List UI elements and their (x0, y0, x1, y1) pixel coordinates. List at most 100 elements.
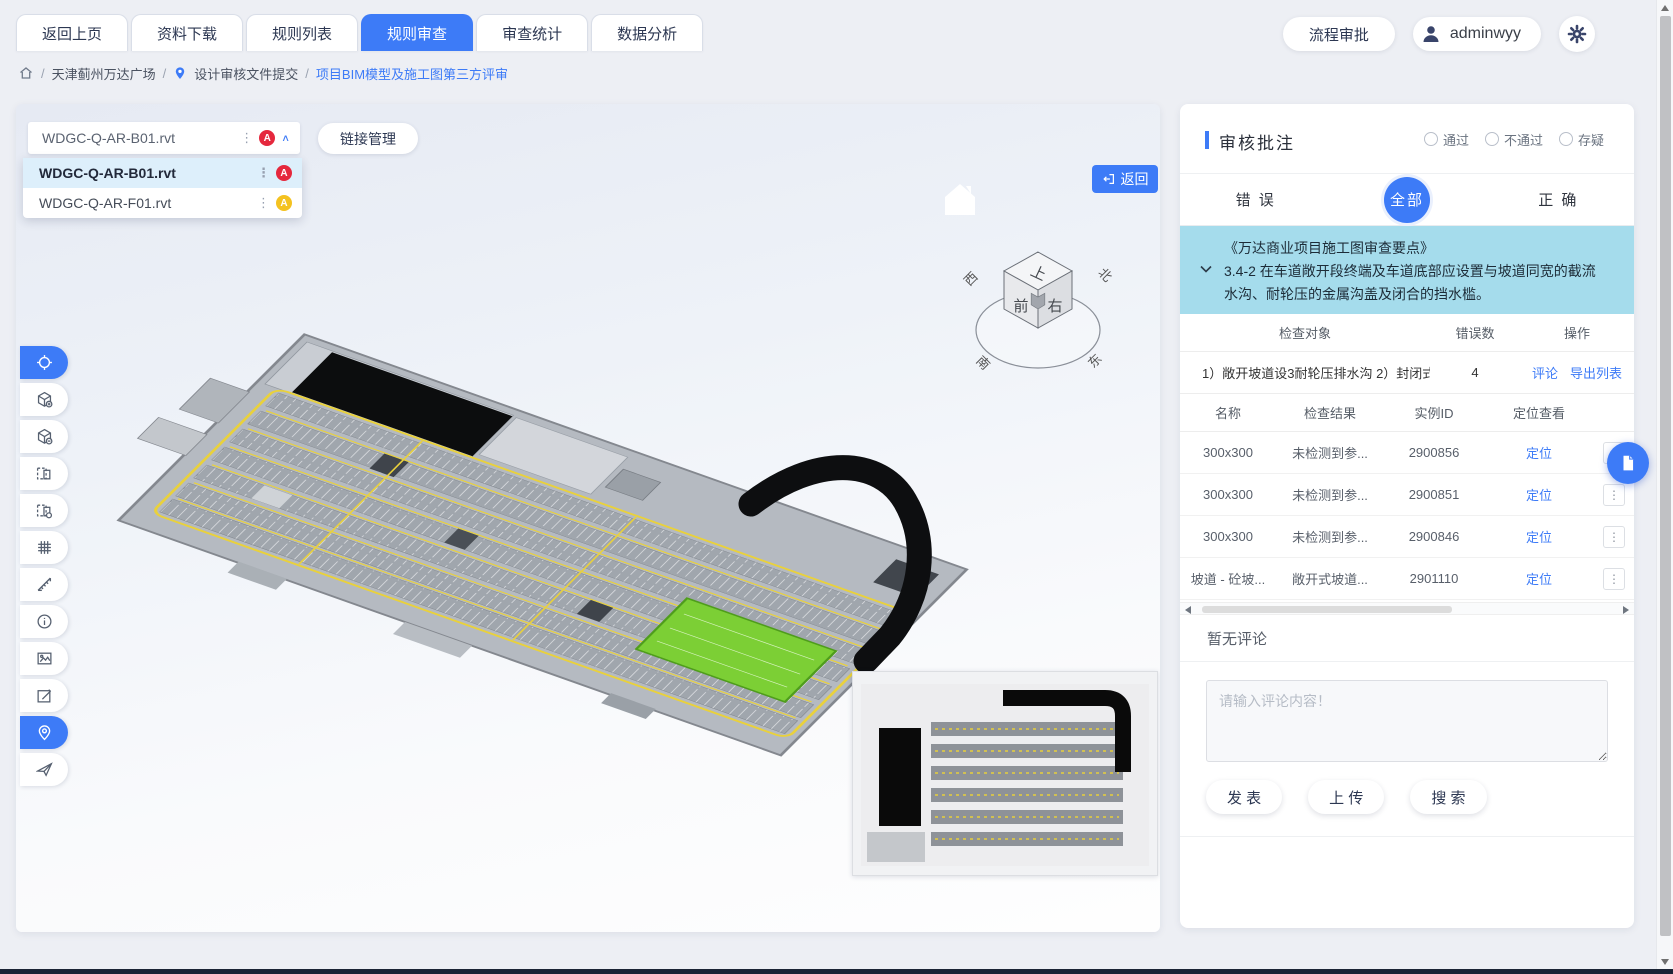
scroll-right-arrow-icon[interactable] (1623, 606, 1629, 614)
file-kebab-icon[interactable]: ⋮ (257, 165, 270, 181)
grid-icon (36, 539, 53, 556)
radio-doubt-label: 存疑 (1578, 130, 1604, 149)
locate-link[interactable]: 定位 (1526, 530, 1552, 545)
locate-link[interactable]: 定位 (1526, 488, 1552, 503)
file-badge-red: A (276, 165, 292, 181)
snapshot-button[interactable] (20, 642, 68, 675)
row-more-button[interactable]: ⋮ (1603, 526, 1625, 548)
settings-button[interactable] (1559, 16, 1595, 52)
section-plane-button[interactable] (20, 494, 68, 527)
locate-link[interactable]: 定位 (1526, 446, 1552, 461)
rule-highlight-block[interactable]: 《万达商业项目施工图审查要点》 3.4-2 在车道敞开段终端及车道底部应设置与坡… (1180, 226, 1634, 314)
cell-name: 300x300 (1180, 487, 1276, 502)
search-button[interactable]: 搜 索 (1410, 780, 1486, 814)
tab-correct[interactable]: 正 确 (1483, 174, 1634, 225)
comment-actions: 发 表 上 传 搜 索 (1206, 780, 1487, 814)
exit-icon (1102, 172, 1116, 186)
radio-pass[interactable]: 通过 (1424, 130, 1469, 149)
home-icon[interactable] (18, 65, 34, 81)
cube-front-label: 前 (1013, 298, 1028, 315)
model-hide-button[interactable] (20, 420, 68, 453)
file-dropdown-item[interactable]: WDGC-Q-AR-B01.rvt ⋮ A (23, 158, 302, 188)
file-kebab-icon[interactable]: ⋮ (240, 130, 253, 146)
tab-review-statistics[interactable]: 审查统计 (476, 14, 588, 51)
detail-table-row[interactable]: 300x300 未检测到参... 2900846 定位 ⋮ (1180, 516, 1634, 558)
focus-target-button[interactable] (20, 346, 68, 379)
tab-all-circle[interactable]: 全部 (1384, 177, 1430, 223)
tab-all[interactable]: 全部 (1331, 174, 1482, 225)
radio-doubt[interactable]: 存疑 (1559, 130, 1604, 149)
chevron-up-icon[interactable]: ∧ (281, 132, 290, 143)
breadcrumb-project[interactable]: 天津蓟州万达广场 (52, 64, 156, 83)
grid-button[interactable] (20, 531, 68, 564)
title-accent-bar (1205, 131, 1209, 149)
markup-button[interactable] (20, 679, 68, 712)
radio-circle-icon[interactable] (1485, 132, 1499, 146)
tab-rule-list[interactable]: 规则列表 (246, 14, 358, 51)
scroll-left-arrow-icon[interactable] (1185, 606, 1191, 614)
comment-link[interactable]: 评论 (1532, 363, 1558, 382)
measure-button[interactable] (20, 568, 68, 601)
model-tree-button[interactable] (20, 383, 68, 416)
no-comments-text: 暂无评论 (1180, 618, 1634, 662)
radio-circle-icon[interactable] (1424, 132, 1438, 146)
cell-instance-id: 2901110 (1384, 571, 1484, 586)
chevron-down-icon[interactable] (1200, 265, 1212, 273)
scroll-down-arrow-icon[interactable] (1661, 959, 1669, 965)
link-manage-button[interactable]: 链接管理 (318, 123, 418, 154)
tab-rule-review[interactable]: 规则审查 (361, 14, 473, 51)
result-filter-tabs: 错 误 全部 正 确 (1180, 174, 1634, 226)
view-cube[interactable]: 西 北 南 东 上 前 右 (953, 219, 1123, 389)
detail-table-row[interactable]: 300x300 未检测到参... 2900856 定位 ⋮ (1180, 432, 1634, 474)
detail-table-row[interactable]: 300x300 未检测到参... 2900851 定位 ⋮ (1180, 474, 1634, 516)
process-approval-button[interactable]: 流程审批 (1283, 17, 1395, 51)
radio-fail-label: 不通过 (1504, 130, 1543, 149)
tab-back-to-previous[interactable]: 返回上页 (16, 14, 128, 51)
cube-remove-icon (36, 428, 53, 445)
export-list-link[interactable]: 导出列表 (1570, 363, 1622, 382)
table-horizontal-scrollbar[interactable] (1180, 602, 1634, 615)
model-file-select[interactable]: WDGC-Q-AR-B01.rvt ⋮ A ∧ (28, 122, 300, 154)
page-vertical-scrollbar[interactable] (1656, 0, 1673, 969)
panel-divider (1180, 836, 1634, 837)
export-document-fab[interactable] (1607, 442, 1649, 484)
minimap[interactable] (852, 671, 1158, 876)
tab-errors[interactable]: 错 误 (1180, 174, 1331, 225)
cell-instance-id: 2900851 (1384, 487, 1484, 502)
info-button[interactable] (20, 605, 68, 638)
check-table-row[interactable]: 1）敞开坡道设3耐轮压排水沟 2）封闭式 4 评论 导出列表 (1180, 352, 1634, 394)
section-box-button[interactable] (20, 457, 68, 490)
radio-fail[interactable]: 不通过 (1485, 130, 1543, 149)
file-dropdown-item[interactable]: WDGC-Q-AR-F01.rvt ⋮ A (23, 188, 302, 218)
detail-table-row[interactable]: 坡道 - 砼坡... 敞开式坡道... 2901110 定位 ⋮ (1180, 558, 1634, 600)
bottom-edge-strip (0, 969, 1673, 974)
file-kebab-icon[interactable]: ⋮ (257, 195, 270, 211)
comment-input[interactable] (1206, 680, 1608, 762)
model-viewer[interactable]: 西 北 南 东 上 前 右 WDGC-Q-AR-B01.rvt ⋮ A ∧ 链接… (16, 104, 1160, 932)
tab-data-analysis[interactable]: 数据分析 (591, 14, 703, 51)
scroll-up-arrow-icon[interactable] (1661, 5, 1669, 11)
breadcrumb-submission[interactable]: 设计审核文件提交 (194, 64, 298, 83)
upload-button[interactable]: 上 传 (1308, 780, 1384, 814)
image-icon (36, 650, 53, 667)
compass-west-label: 西 (961, 269, 981, 289)
viewer-home-icon[interactable] (941, 179, 979, 219)
viewer-back-button[interactable]: 返回 (1092, 165, 1158, 193)
row-more-button[interactable]: ⋮ (1603, 484, 1625, 506)
locate-link[interactable]: 定位 (1526, 572, 1552, 587)
scrollbar-thumb[interactable] (1660, 16, 1671, 936)
tab-data-download[interactable]: 资料下载 (131, 14, 243, 51)
section-plane-icon (36, 502, 53, 519)
breadcrumb-current[interactable]: 项目BIM模型及施工图第三方评审 (316, 64, 508, 83)
cell-result: 未检测到参... (1276, 443, 1384, 462)
publish-button[interactable]: 发 表 (1206, 780, 1282, 814)
radio-circle-icon[interactable] (1559, 132, 1573, 146)
col-instance-id: 实例ID (1384, 403, 1484, 422)
scrollbar-thumb[interactable] (1202, 606, 1452, 613)
user-menu[interactable]: adminwyy (1413, 17, 1541, 51)
send-view-button[interactable] (20, 753, 68, 786)
review-panel: 审核批注 通过 不通过 存疑 错 误 全部 正 确 《万达商业项目施工图审查 (1180, 104, 1634, 928)
locate-pin-button[interactable] (20, 716, 68, 749)
row-more-button[interactable]: ⋮ (1603, 568, 1625, 590)
location-pin-icon (173, 66, 187, 80)
